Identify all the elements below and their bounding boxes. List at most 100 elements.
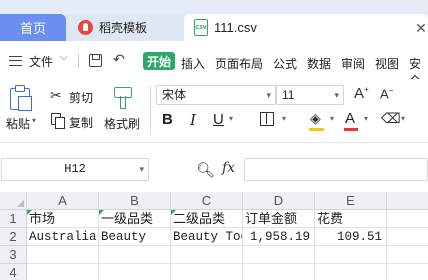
cell-d4[interactable] bbox=[243, 264, 315, 280]
cell-f3[interactable] bbox=[387, 246, 428, 264]
decrease-font-size-icon[interactable]: A− bbox=[380, 86, 393, 101]
cell-a1[interactable]: 市场 bbox=[27, 210, 99, 228]
cell-b2-text: Beauty bbox=[101, 230, 147, 244]
paste-chevron-icon[interactable]: ▾ bbox=[32, 116, 36, 125]
column-header-f[interactable] bbox=[387, 192, 428, 210]
cell-a4[interactable] bbox=[27, 264, 99, 280]
cell-a2[interactable]: Australia bbox=[27, 228, 99, 246]
copy-icon[interactable] bbox=[51, 113, 65, 129]
bold-button[interactable]: B bbox=[162, 111, 173, 128]
menu-start[interactable]: 开始 bbox=[143, 52, 175, 70]
paste-button[interactable]: 粘贴 bbox=[6, 115, 30, 132]
cell-a3[interactable] bbox=[27, 246, 99, 264]
tab-templates-label: 稻壳模板 bbox=[99, 21, 148, 35]
copy-button[interactable]: 复制 bbox=[69, 114, 93, 131]
tab-file[interactable]: CSV 111.csv ✕ bbox=[184, 14, 428, 41]
font-size-value: 11 bbox=[282, 88, 295, 102]
menu-data[interactable]: 数据 bbox=[307, 55, 331, 72]
underline-button[interactable]: U bbox=[213, 111, 224, 128]
menu-bar: 文件 ⌵ ↶ 开始 插入 页面布局 公式 数据 审阅 视图 安全 bbox=[0, 41, 428, 88]
font-color-chevron-icon[interactable]: ▾ bbox=[364, 114, 368, 123]
cell-c3[interactable] bbox=[171, 246, 243, 264]
name-box[interactable]: H12 ▾ bbox=[1, 158, 149, 181]
window-tab-bar: 首页 稻壳模板 CSV 111.csv ✕ bbox=[0, 0, 428, 41]
font-color-icon[interactable]: A bbox=[345, 110, 355, 127]
cell-e2-text: 109.51 bbox=[336, 230, 382, 244]
zoom-icon[interactable]: 🔍︎ bbox=[196, 161, 215, 179]
cell-b1[interactable]: 一级品类 bbox=[99, 210, 171, 228]
borders-chevron-icon[interactable]: ▾ bbox=[282, 114, 286, 123]
underline-chevron-icon[interactable]: ▾ bbox=[229, 114, 233, 123]
formula-input[interactable] bbox=[244, 158, 428, 181]
cell-a2-text: Australia bbox=[29, 230, 97, 244]
cut-button[interactable]: 剪切 bbox=[69, 89, 93, 106]
cell-a1-text: 市场 bbox=[29, 211, 56, 226]
font-color-swatch bbox=[344, 128, 358, 131]
cell-c1[interactable]: 二级品类 bbox=[171, 210, 243, 228]
docer-logo-icon bbox=[78, 20, 93, 35]
format-painter-icon[interactable] bbox=[114, 87, 132, 109]
row-header-3[interactable]: 3 bbox=[0, 246, 27, 264]
menu-page-layout[interactable]: 页面布局 bbox=[215, 55, 263, 72]
cell-indicator bbox=[99, 210, 104, 215]
cell-d1[interactable]: 订单金额 bbox=[243, 210, 315, 228]
menu-formulas[interactable]: 公式 bbox=[273, 55, 297, 72]
cell-c2[interactable]: Beauty Tools bbox=[171, 228, 243, 246]
tab-templates[interactable]: 稻壳模板 bbox=[66, 14, 184, 41]
font-name-value: 宋体 bbox=[162, 88, 187, 102]
paste-icon[interactable] bbox=[10, 85, 32, 111]
fill-color-icon[interactable]: ◈ bbox=[310, 110, 321, 127]
column-header-c[interactable]: C bbox=[171, 192, 243, 210]
row-header-1[interactable]: 1 bbox=[0, 210, 27, 228]
eraser-icon[interactable]: ⌫ bbox=[381, 110, 401, 127]
cell-c2-text: Beauty Tools bbox=[173, 230, 242, 244]
cell-d3[interactable] bbox=[243, 246, 315, 264]
save-icon[interactable] bbox=[89, 54, 102, 67]
undo-icon[interactable]: ↶ bbox=[113, 51, 125, 68]
scissors-icon[interactable]: ✂ bbox=[50, 87, 62, 104]
borders-icon[interactable] bbox=[260, 112, 274, 126]
font-name-select[interactable]: 宋体 ▾ bbox=[156, 85, 276, 105]
cell-d1-text: 订单金额 bbox=[245, 211, 298, 226]
format-painter-button[interactable]: 格式刷 bbox=[104, 115, 140, 132]
column-header-d[interactable]: D bbox=[243, 192, 315, 210]
eraser-chevron-icon[interactable]: ▾ bbox=[401, 114, 405, 123]
column-header-b[interactable]: B bbox=[99, 192, 171, 210]
formula-bar: H12 ▾ 🔍︎ fx bbox=[0, 142, 428, 192]
menu-insert[interactable]: 插入 bbox=[181, 55, 205, 72]
menu-review[interactable]: 审阅 bbox=[341, 55, 365, 72]
hamburger-menu-icon[interactable] bbox=[9, 56, 22, 66]
cell-indicator bbox=[27, 210, 32, 215]
increase-font-size-icon[interactable]: A+ bbox=[354, 85, 369, 102]
fill-color-swatch bbox=[309, 128, 324, 131]
cell-e3[interactable] bbox=[315, 246, 387, 264]
italic-button[interactable]: I bbox=[190, 111, 196, 129]
tab-home[interactable]: 首页 bbox=[0, 14, 66, 41]
cell-f1[interactable] bbox=[387, 210, 428, 228]
select-all-corner[interactable] bbox=[0, 192, 27, 210]
function-icon[interactable]: fx bbox=[222, 160, 235, 176]
column-header-a[interactable]: A bbox=[27, 192, 99, 210]
cell-b2[interactable]: Beauty bbox=[99, 228, 171, 246]
close-icon[interactable]: ✕ bbox=[414, 20, 428, 37]
cell-f2[interactable] bbox=[387, 228, 428, 246]
fill-chevron-icon[interactable]: ▾ bbox=[330, 114, 334, 123]
cell-e2[interactable]: 109.51 bbox=[315, 228, 387, 246]
cell-d2-text: 1,958.19 bbox=[249, 230, 310, 244]
row-header-2[interactable]: 2 bbox=[0, 228, 27, 246]
menu-view[interactable]: 视图 bbox=[375, 55, 399, 72]
tab-home-label: 首页 bbox=[19, 21, 46, 36]
cell-d2[interactable]: 1,958.19 bbox=[243, 228, 315, 246]
row-header-4[interactable]: 4 bbox=[0, 264, 27, 280]
spreadsheet-grid: A B C D E 1 2 3 4 市场 一级品类 二级品类 订单金额 花费 A… bbox=[0, 192, 428, 280]
chevron-down-icon[interactable]: ⌵ bbox=[60, 52, 68, 63]
cell-e1[interactable]: 花费 bbox=[315, 210, 387, 228]
cell-b4[interactable] bbox=[99, 264, 171, 280]
cell-e4[interactable] bbox=[315, 264, 387, 280]
cell-f4[interactable] bbox=[387, 264, 428, 280]
menu-file[interactable]: 文件 bbox=[29, 53, 53, 70]
column-header-e[interactable]: E bbox=[315, 192, 387, 210]
cell-c4[interactable] bbox=[171, 264, 243, 280]
font-size-select[interactable]: 11 ▾ bbox=[276, 85, 344, 105]
cell-b3[interactable] bbox=[99, 246, 171, 264]
